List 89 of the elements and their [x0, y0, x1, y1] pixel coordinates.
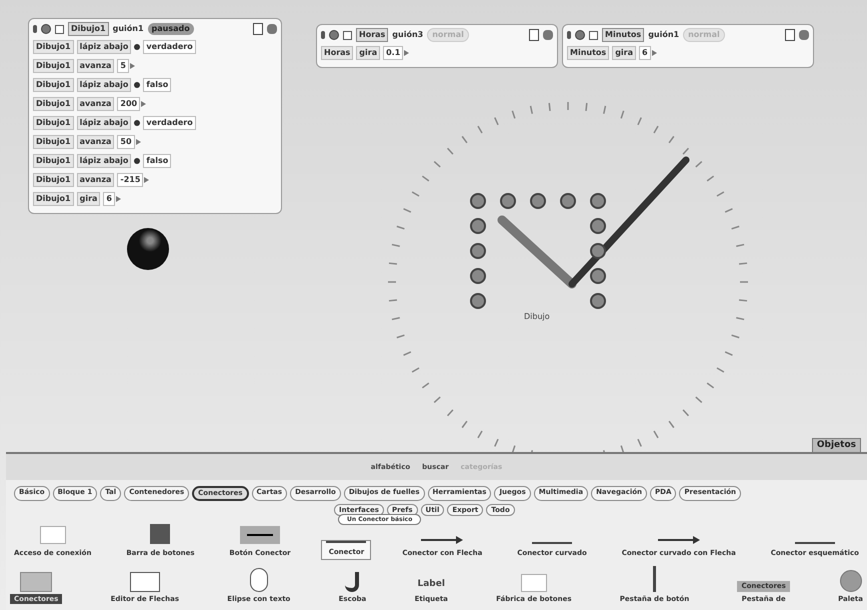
handle-icon[interactable] [470, 243, 486, 259]
book-icon[interactable] [785, 29, 795, 41]
tile-value[interactable]: -215 [117, 173, 144, 187]
ball-drawing [127, 228, 169, 270]
handle-icon[interactable] [590, 243, 606, 259]
tile-object: Dibujo1 [33, 116, 74, 130]
tile-value[interactable]: 6 [103, 192, 115, 206]
handle-icon[interactable] [590, 193, 606, 209]
handle-icon[interactable] [500, 193, 516, 209]
triangle-icon[interactable] [116, 196, 121, 202]
tile-value[interactable]: 5 [117, 59, 129, 73]
frame-icon [40, 526, 66, 544]
menu-icon[interactable] [321, 31, 325, 39]
tile-object: Dibujo1 [33, 78, 74, 92]
triangle-icon[interactable] [141, 101, 146, 107]
tile-value[interactable]: 0.1 [383, 46, 404, 60]
tile-object: Dibujo1 [33, 97, 74, 111]
gear-icon[interactable] [41, 24, 51, 34]
checkbox-icon[interactable] [343, 30, 352, 40]
tile-value[interactable]: verdadero [143, 40, 196, 54]
script-name: guión1 [648, 29, 680, 41]
tile-object: Dibujo1 [33, 173, 74, 187]
status-button[interactable]: pausado [148, 23, 194, 35]
tile-value[interactable]: verdadero [143, 116, 196, 130]
handle-icon[interactable] [590, 293, 606, 309]
object-label: Dibujo [524, 311, 550, 323]
bar-icon [652, 566, 656, 592]
tile-property: gira [76, 192, 100, 206]
script-name: guión3 [392, 29, 424, 41]
gear-icon[interactable] [329, 30, 339, 40]
tile-property: gira [356, 46, 380, 60]
triangle-icon[interactable] [652, 50, 657, 56]
book-icon[interactable] [529, 29, 539, 41]
tile-value[interactable]: 50 [117, 135, 135, 149]
tile-value[interactable]: falso [143, 154, 172, 168]
handle-icon[interactable] [470, 218, 486, 234]
tile-property: lápiz abajo [76, 116, 132, 130]
tile-object: Dibujo1 [33, 154, 74, 168]
menu-icon[interactable] [567, 31, 571, 39]
checkbox-icon[interactable] [589, 30, 598, 40]
checkbox-icon[interactable] [55, 24, 64, 34]
script-name: guión1 [112, 23, 144, 35]
handle-icon[interactable] [470, 268, 486, 284]
object-name-field[interactable]: Horas [356, 28, 388, 42]
tile-property: gira [612, 46, 636, 60]
tile-property: lápiz abajo [76, 154, 132, 168]
close-icon[interactable] [799, 30, 809, 40]
line-icon [326, 540, 366, 542]
tile-object: Dibujo1 [33, 135, 74, 149]
tile-property: avanza [76, 59, 114, 73]
tile-property: lápiz abajo [76, 78, 132, 92]
tile-value[interactable]: falso [143, 78, 172, 92]
tile-property: lápiz abajo [76, 40, 132, 54]
handle-icon[interactable] [530, 193, 546, 209]
frame-icon [520, 574, 547, 592]
grid-icon [130, 572, 160, 592]
tile-object: Minutos [567, 46, 610, 60]
close-icon[interactable] [267, 24, 277, 34]
tile-object: Dibujo1 [33, 40, 74, 54]
tab-icon [20, 572, 52, 592]
tile-property: avanza [76, 97, 114, 111]
tile-value[interactable]: 6 [639, 46, 651, 60]
object-name-field[interactable]: Minutos [602, 28, 644, 42]
handle-icon[interactable] [560, 193, 576, 209]
triangle-icon[interactable] [404, 50, 410, 56]
object-name-field[interactable]: Dibujo1 [68, 22, 109, 36]
handle-icon[interactable] [470, 293, 486, 309]
gear-icon[interactable] [575, 30, 585, 40]
tile-property: avanza [76, 135, 114, 149]
book-icon[interactable] [253, 23, 263, 35]
handle-icon[interactable] [590, 268, 606, 284]
tile-object: Horas [321, 46, 354, 60]
triangle-icon[interactable] [136, 139, 141, 145]
broom-icon [345, 572, 360, 592]
tile-object: Dibujo1 [33, 192, 74, 206]
tile-value[interactable]: 200 [117, 97, 140, 111]
triangle-icon[interactable] [144, 177, 150, 183]
square-icon [150, 524, 170, 544]
line-icon [532, 542, 572, 544]
handle-icon[interactable] [470, 193, 486, 209]
tile-property: avanza [76, 173, 114, 187]
triangle-icon[interactable] [130, 63, 135, 69]
close-icon[interactable] [543, 30, 553, 40]
label-sample: Label [418, 578, 445, 591]
handle-icon[interactable] [590, 218, 606, 234]
tile-object: Dibujo1 [33, 59, 74, 73]
line-icon [794, 542, 835, 544]
menu-icon[interactable] [33, 25, 37, 33]
arrow-button-icon [240, 526, 280, 544]
